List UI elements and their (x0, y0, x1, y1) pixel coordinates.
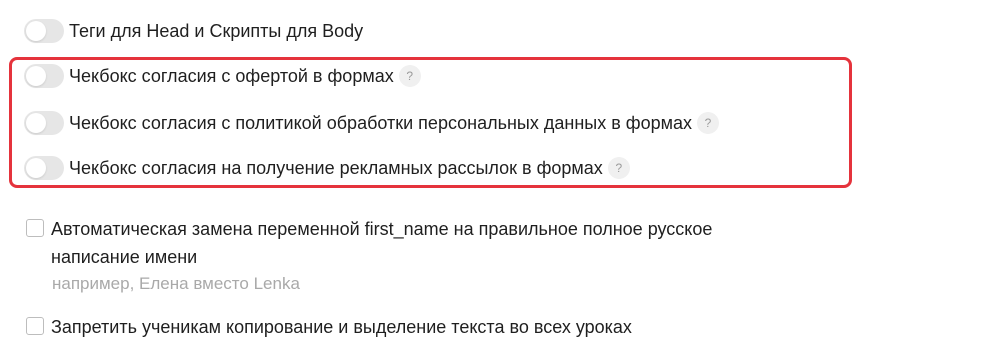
toggle-knob (26, 66, 46, 86)
ads-consent-label: Чекбокс согласия на получение рекламных … (69, 158, 603, 178)
toggle-knob (26, 21, 46, 41)
toggle-row-offer-consent: Чекбокс согласия с офертой в формах ? (24, 64, 421, 88)
checkbox-row-copy-protect: Запретить ученикам копирование и выделен… (26, 313, 632, 341)
name-replace-label-line2: написание имени (51, 247, 198, 267)
head-tags-label: Теги для Head и Скрипты для Body (69, 21, 364, 41)
ads-consent-toggle[interactable] (24, 156, 64, 180)
name-replace-hint: например, Елена вместо Lenka (52, 274, 300, 293)
help-icon[interactable]: ? (398, 65, 421, 87)
help-icon[interactable]: ? (607, 157, 630, 179)
toggle-row-ads-consent: Чекбокс согласия на получение рекламных … (24, 156, 630, 180)
toggle-knob (26, 158, 46, 178)
copy-protect-label: Запретить ученикам копирование и выделен… (51, 317, 632, 337)
offer-consent-toggle[interactable] (24, 64, 64, 88)
name-replace-label-line1: Автоматическая замена переменной first_n… (51, 219, 713, 239)
help-icon[interactable]: ? (697, 112, 719, 134)
checkbox-row-name-replace: Автоматическая замена переменной first_n… (26, 215, 712, 271)
head-tags-toggle[interactable] (24, 19, 64, 43)
name-replace-label: Автоматическая замена переменной first_n… (51, 215, 712, 271)
toggle-knob (26, 113, 46, 133)
privacy-consent-toggle[interactable] (24, 111, 64, 135)
toggle-row-privacy-consent: Чекбокс согласия с политикой обработки п… (24, 111, 719, 135)
privacy-consent-label: Чекбокс согласия с политикой обработки п… (69, 113, 692, 133)
copy-protect-checkbox[interactable] (26, 317, 44, 335)
toggle-row-head-tags: Теги для Head и Скрипты для Body (24, 19, 363, 43)
name-replace-checkbox[interactable] (26, 219, 44, 237)
offer-consent-label: Чекбокс согласия с офертой в формах (69, 66, 394, 86)
